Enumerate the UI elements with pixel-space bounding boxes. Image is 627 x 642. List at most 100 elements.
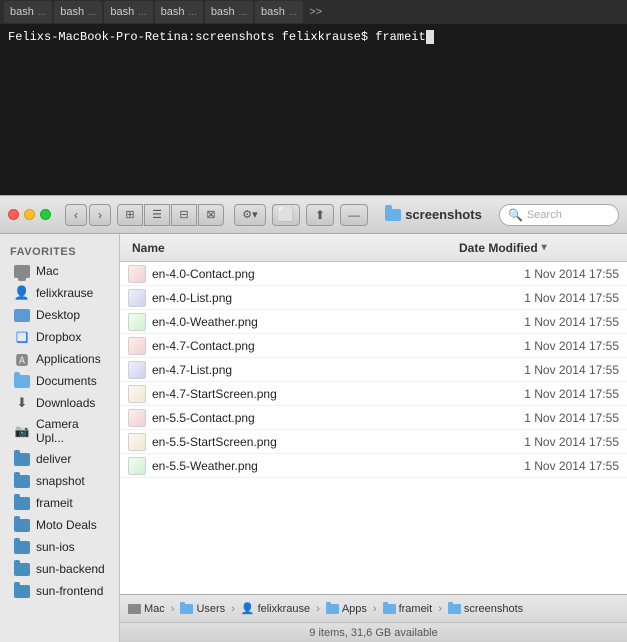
path-folder-icon [448,604,461,614]
sidebar-item-moto-deals[interactable]: Moto Deals [4,514,115,536]
sidebar-item-label: Moto Deals [36,518,97,532]
file-thumbnail [128,433,146,451]
sidebar: Favorites Mac 👤 felixkrause Desktop ❑ Dr… [0,234,120,642]
column-name-header[interactable]: Name [128,241,459,255]
table-row[interactable]: en-5.5-Weather.png 1 Nov 2014 17:55 [120,454,627,478]
moto-deals-folder-icon [14,517,30,533]
tab-label: bash [10,6,34,18]
table-row[interactable]: en-5.5-Contact.png 1 Nov 2014 17:55 [120,406,627,430]
tab-label-3: bash [110,6,134,18]
minimize-button[interactable] [24,209,35,220]
sidebar-item-camera-upload[interactable]: 📷 Camera Upl... [4,414,115,448]
action-button[interactable]: ⚙▾ [234,204,266,226]
forward-button[interactable]: › [89,204,111,226]
file-date: 1 Nov 2014 17:55 [459,267,619,281]
terminal-tab-1[interactable]: bash ... [4,1,52,23]
table-row[interactable]: en-5.5-StartScreen.png 1 Nov 2014 17:55 [120,430,627,454]
path-item-mac[interactable]: Mac [128,603,165,615]
column-date-header[interactable]: Date Modified ▾ [459,241,619,255]
status-text: 9 items, 31,6 GB available [309,627,437,639]
sidebar-item-sun-frontend[interactable]: sun-frontend [4,580,115,602]
path-item-label: Apps [342,603,367,615]
sidebar-item-snapshot[interactable]: snapshot [4,470,115,492]
path-item-screenshots[interactable]: screenshots [448,603,523,615]
terminal-prompt: Felixs-MacBook-Pro-Retina:screenshots fe… [8,30,619,44]
sidebar-section-favorites: Favorites [0,240,119,260]
name-header-label: Name [132,241,165,255]
frameit-folder-icon [14,495,30,511]
terminal-tab-6[interactable]: bash ... [255,1,303,23]
terminal-tab-2[interactable]: bash ... [54,1,102,23]
path-item-felixkrause[interactable]: 👤 felixkrause [241,602,310,615]
search-box[interactable]: 🔍 Search [499,204,619,226]
table-row[interactable]: en-4.7-Contact.png 1 Nov 2014 17:55 [120,334,627,358]
file-name: en-4.0-List.png [152,291,459,305]
sidebar-item-frameit[interactable]: frameit [4,492,115,514]
sidebar-item-label: Camera Upl... [36,417,105,445]
title-text: screenshots [405,207,482,222]
table-row[interactable]: en-4.7-List.png 1 Nov 2014 17:55 [120,358,627,382]
file-name: en-4.7-List.png [152,363,459,377]
file-thumbnail [128,385,146,403]
maximize-button[interactable] [40,209,51,220]
sidebar-item-label: felixkrause [36,286,93,300]
close-button[interactable] [8,209,19,220]
column-view-button[interactable]: ⊟ [171,204,197,226]
cover-flow-button[interactable]: ⊠ [198,204,224,226]
main-content: Name Date Modified ▾ en-4.0-Contact.png … [120,234,627,642]
file-name: en-5.5-StartScreen.png [152,435,459,449]
file-thumbnail [128,457,146,475]
sidebar-item-sun-ios[interactable]: sun-ios [4,536,115,558]
sidebar-item-applications[interactable]: 🅰 Applications [4,348,115,370]
file-date: 1 Nov 2014 17:55 [459,459,619,473]
sun-ios-folder-icon [14,539,30,555]
search-icon: 🔍 [508,208,523,222]
path-item-apps[interactable]: Apps [326,603,367,615]
path-item-label: felixkrause [258,603,311,615]
file-name: en-4.0-Contact.png [152,267,459,281]
sidebar-item-felixkrause[interactable]: 👤 felixkrause [4,282,115,304]
table-row[interactable]: en-4.0-Weather.png 1 Nov 2014 17:55 [120,310,627,334]
path-mac-icon [128,604,141,614]
terminal-tabs-more[interactable]: >> [305,6,326,18]
path-item-label: Users [196,603,225,615]
sidebar-item-label: Applications [36,352,101,366]
list-view-button[interactable]: ☰ [144,204,170,226]
sidebar-item-deliver[interactable]: deliver [4,448,115,470]
finder-window: ‹ › ⊞ ☰ ⊟ ⊠ ⚙▾ ⬜ ⬆ — screenshots 🔍 Searc… [0,195,627,642]
delete-button[interactable]: — [340,204,368,226]
sidebar-item-documents[interactable]: Documents [4,370,115,392]
search-placeholder: Search [527,209,562,221]
path-item-users[interactable]: Users [180,603,225,615]
file-name: en-5.5-Contact.png [152,411,459,425]
new-folder-button[interactable]: ⬜ [272,204,300,226]
table-row[interactable]: en-4.7-StartScreen.png 1 Nov 2014 17:55 [120,382,627,406]
sidebar-item-sun-backend[interactable]: sun-backend [4,558,115,580]
file-date: 1 Nov 2014 17:55 [459,315,619,329]
sidebar-item-mac[interactable]: Mac [4,260,115,282]
tab-label-2: bash [60,6,84,18]
terminal-tab-3[interactable]: bash ... [104,1,152,23]
table-row[interactable]: en-4.0-Contact.png 1 Nov 2014 17:55 [120,262,627,286]
sidebar-item-label: snapshot [36,474,85,488]
path-item-label: screenshots [464,603,523,615]
sidebar-item-dropbox[interactable]: ❑ Dropbox [4,326,115,348]
share-button[interactable]: ⬆ [306,204,334,226]
date-header-label: Date Modified [459,241,538,255]
terminal-window: bash ... bash ... bash ... bash ... bash… [0,0,627,195]
file-date: 1 Nov 2014 17:55 [459,291,619,305]
sidebar-item-desktop[interactable]: Desktop [4,304,115,326]
terminal-tab-4[interactable]: bash ... [155,1,203,23]
tab-dots-1: ... [38,7,46,18]
back-button[interactable]: ‹ [65,204,87,226]
person-icon: 👤 [14,285,30,301]
icon-view-button[interactable]: ⊞ [117,204,143,226]
path-item-frameit[interactable]: frameit [383,603,433,615]
file-name: en-4.7-Contact.png [152,339,459,353]
file-date: 1 Nov 2014 17:55 [459,387,619,401]
tab-label-6: bash [261,6,285,18]
terminal-tab-5[interactable]: bash ... [205,1,253,23]
table-row[interactable]: en-4.0-List.png 1 Nov 2014 17:55 [120,286,627,310]
path-folder-icon [326,604,339,614]
sidebar-item-downloads[interactable]: ⬇ Downloads [4,392,115,414]
